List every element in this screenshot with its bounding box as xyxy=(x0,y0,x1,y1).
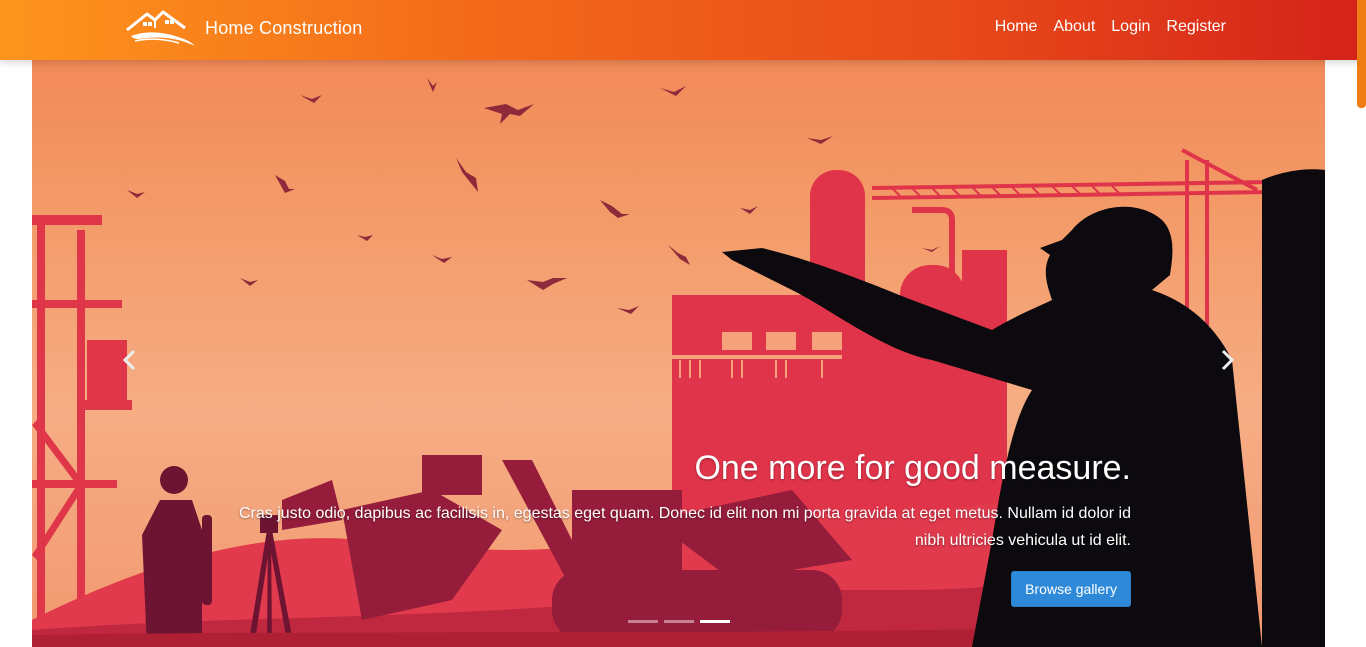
caption-text: Cras justo odio, dapibus ac facilisis in… xyxy=(238,505,1131,549)
nav-link-about[interactable]: About xyxy=(1053,16,1095,38)
chevron-right-icon xyxy=(1221,349,1235,371)
carousel-indicators xyxy=(628,620,730,623)
carousel-caption: One more for good measure. Cras justo od… xyxy=(232,446,1131,607)
browse-gallery-button[interactable]: Browse gallery xyxy=(1011,571,1131,607)
brand-link[interactable]: Home Construction xyxy=(125,8,362,48)
house-roof-logo-icon xyxy=(126,10,195,46)
carousel-indicator-3[interactable] xyxy=(700,620,730,623)
nav-link-home[interactable]: Home xyxy=(995,16,1038,38)
carousel-indicator-1[interactable] xyxy=(628,620,658,623)
nav-link-register[interactable]: Register xyxy=(1166,16,1226,38)
brand-name: Home Construction xyxy=(205,17,363,38)
hero-carousel: One more for good measure. Cras justo od… xyxy=(32,60,1325,647)
page-scrollbar[interactable] xyxy=(1357,0,1366,108)
carousel-prev-button[interactable] xyxy=(110,340,150,380)
caption-heading: One more for good measure. xyxy=(694,449,1131,487)
nav-link-login[interactable]: Login xyxy=(1111,16,1150,38)
carousel-next-button[interactable] xyxy=(1207,340,1247,380)
main-nav: Home About Login Register xyxy=(995,16,1226,38)
top-navbar: Home Construction Home About Login Regis… xyxy=(0,0,1366,60)
carousel-indicator-2[interactable] xyxy=(664,620,694,623)
chevron-left-icon xyxy=(122,349,136,371)
